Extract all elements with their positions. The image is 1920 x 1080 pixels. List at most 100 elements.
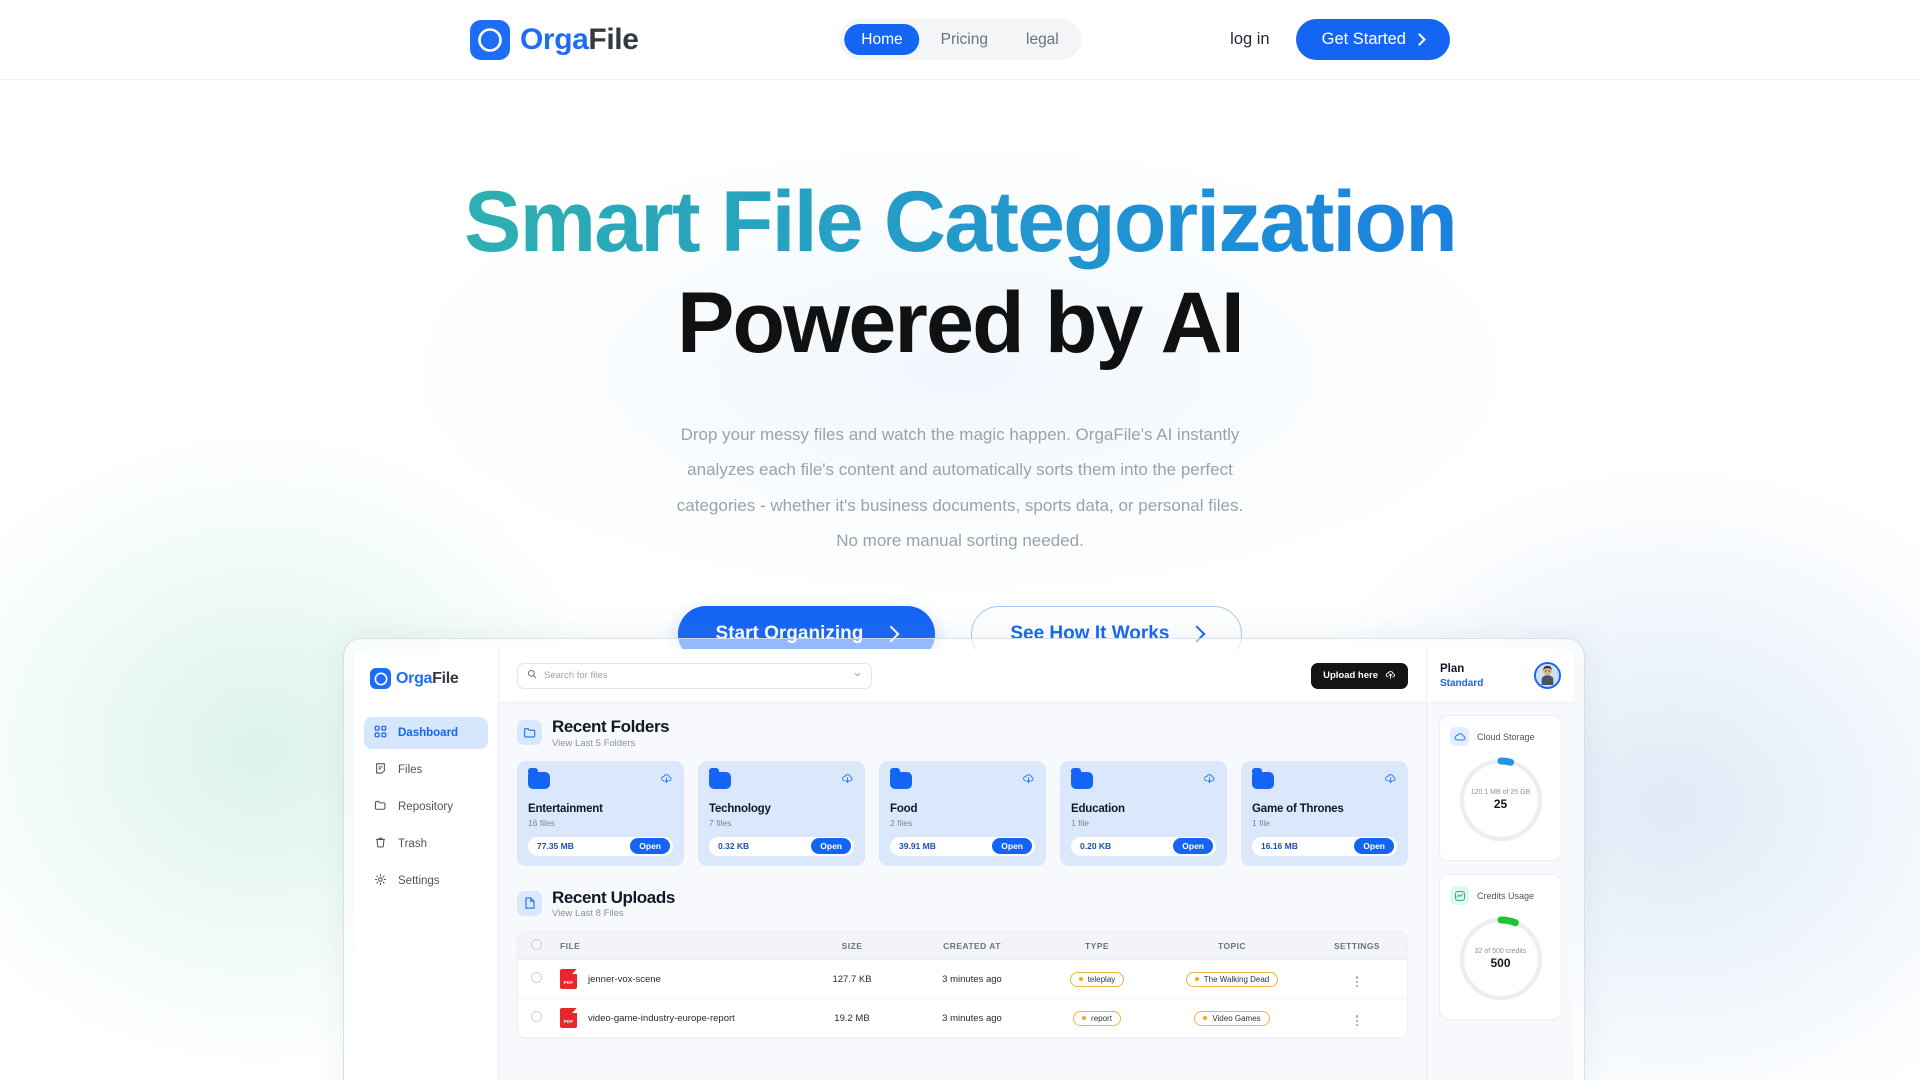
row-select-cell[interactable]	[518, 998, 554, 1039]
cloud-download-icon[interactable]	[1384, 772, 1397, 788]
login-link[interactable]: log in	[1230, 30, 1269, 49]
hero-title-line2: Powered by AI	[676, 274, 1245, 371]
primary-nav: Home Pricing legal	[839, 18, 1081, 61]
folder-size: 39.91 MB	[899, 841, 936, 852]
more-options-icon[interactable]	[1355, 976, 1359, 988]
folder-card[interactable]: Education 1 file 0.20 KB Open	[1060, 760, 1227, 866]
dashboard-brand-wordmark: OrgaFile	[396, 670, 459, 688]
document-icon	[517, 890, 542, 916]
chevron-down-icon[interactable]	[853, 670, 862, 682]
sidebar-item-label: Trash	[398, 838, 427, 850]
sidebar-item-trash[interactable]: Trash	[364, 828, 488, 860]
row-select-cell[interactable]	[518, 959, 554, 1000]
row-settings-cell[interactable]	[1307, 998, 1407, 1039]
dashboard-preview-frame: OrgaFile Dashboard Files Repository Tras…	[343, 638, 1585, 1080]
column-header-created-at[interactable]: CREATED AT	[907, 932, 1037, 961]
folder-open-button[interactable]: Open	[1354, 838, 1394, 855]
folder-card[interactable]: Game of Thrones 1 file 16.16 MB Open	[1241, 760, 1408, 866]
chevron-right-icon	[1413, 33, 1426, 46]
cloud-storage-sub: 120.1 MB of 25 GB	[1470, 789, 1531, 796]
folder-open-button[interactable]: Open	[992, 838, 1032, 855]
get-started-label: Get Started	[1321, 30, 1406, 49]
nav-item-legal[interactable]: legal	[1009, 24, 1076, 56]
sidebar-item-files[interactable]: Files	[364, 754, 488, 786]
cloud-download-icon[interactable]	[660, 772, 673, 788]
dashboard-main: Search for files Upload here Recent Fold…	[499, 649, 1426, 1080]
plan-label: Plan	[1440, 663, 1465, 676]
folder-icon	[1071, 767, 1093, 789]
row-checkbox[interactable]	[530, 1011, 542, 1023]
activity-icon	[1450, 886, 1469, 905]
plan-summary: Plan Standard	[1427, 649, 1574, 703]
sidebar-item-label: Repository	[398, 801, 453, 813]
more-options-icon[interactable]	[1355, 1015, 1359, 1027]
recent-folders-subtitle: View Last 5 Folders	[552, 737, 636, 749]
column-header-settings[interactable]: SETTINGS	[1307, 932, 1407, 961]
avatar[interactable]	[1534, 662, 1561, 689]
cloud-storage-title: Cloud Storage	[1477, 731, 1535, 742]
recent-uploads-header: Recent Uploads View Last 8 Files	[517, 888, 1408, 919]
dashboard-brand-logo[interactable]: OrgaFile	[364, 663, 488, 689]
table-row[interactable]: PDF video-game-industry-europe-report 19…	[518, 998, 1407, 1039]
sidebar-item-settings[interactable]: Settings	[364, 865, 488, 897]
row-checkbox[interactable]	[530, 972, 542, 984]
landing-page: OrgaFile Home Pricing legal log in Get S…	[0, 0, 1920, 1080]
dashboard-content: Recent Folders View Last 5 Folders Enter…	[499, 703, 1426, 1080]
folder-name: Game of Thrones	[1252, 802, 1344, 815]
dashboard-preview: OrgaFile Dashboard Files Repository Tras…	[354, 649, 1574, 1080]
select-all-checkbox[interactable]	[530, 939, 542, 951]
nav-item-home[interactable]: Home	[844, 23, 920, 56]
hero-section: Smart File Categorization Powered by AI …	[0, 80, 1920, 662]
file-name: jenner-vox-scene	[588, 973, 661, 985]
table-header-row: FILE SIZE CREATED AT TYPE TOPIC SETTINGS	[518, 932, 1407, 961]
type-badge-label: teleplay	[1087, 974, 1116, 984]
upload-here-button[interactable]: Upload here	[1311, 662, 1408, 689]
file-size: 127.7 KB	[797, 959, 907, 1000]
folder-size: 0.20 KB	[1080, 841, 1112, 852]
column-header-file[interactable]: FILE	[554, 932, 797, 961]
topic-badge: The Walking Dead	[1185, 971, 1279, 987]
cloud-download-icon[interactable]	[1203, 772, 1216, 788]
folder-file-count: 16 files	[528, 817, 555, 828]
badge-dot-icon	[1203, 1016, 1208, 1021]
folder-icon	[890, 767, 912, 789]
column-header-type[interactable]: TYPE	[1037, 932, 1157, 961]
recent-uploads-table: FILE SIZE CREATED AT TYPE TOPIC SETTINGS	[517, 931, 1408, 1040]
nav-item-pricing[interactable]: Pricing	[924, 24, 1005, 56]
file-created-at: 3 minutes ago	[907, 998, 1037, 1039]
folder-icon	[517, 720, 542, 746]
cloud-upload-icon	[1385, 669, 1396, 683]
folder-open-button[interactable]: Open	[630, 838, 670, 855]
dashboard-toolbar: Search for files Upload here	[499, 649, 1426, 703]
file-size: 19.2 MB	[797, 998, 907, 1039]
folder-size: 77.35 MB	[537, 841, 574, 852]
sidebar-item-dashboard[interactable]: Dashboard	[364, 717, 488, 749]
folder-card[interactable]: Food 2 files 39.91 MB Open	[879, 760, 1046, 866]
search-input[interactable]: Search for files	[517, 662, 872, 689]
search-icon	[527, 669, 537, 682]
folder-file-count: 1 file	[1252, 817, 1270, 828]
folder-card[interactable]: Technology 7 files 0.32 KB Open	[698, 760, 865, 866]
brand-logo[interactable]: OrgaFile	[470, 19, 639, 60]
folder-card[interactable]: Entertainment 16 files 77.35 MB Open	[517, 760, 684, 866]
table-row[interactable]: PDF jenner-vox-scene 127.7 KB 3 minutes …	[518, 959, 1407, 1000]
folder-open-button[interactable]: Open	[811, 838, 851, 855]
cloud-download-icon[interactable]	[1022, 772, 1035, 788]
get-started-button[interactable]: Get Started	[1295, 19, 1450, 60]
folder-size: 0.32 KB	[718, 841, 750, 852]
dashboard-right-rail: Plan Standard Cloud Storage 120.1 MB of …	[1426, 649, 1574, 1080]
row-settings-cell[interactable]	[1307, 959, 1407, 1000]
folder-name: Education	[1071, 802, 1125, 815]
select-all-header[interactable]	[518, 932, 554, 961]
trash-icon	[374, 836, 387, 852]
cloud-download-icon[interactable]	[841, 772, 854, 788]
file-name-cell: PDF jenner-vox-scene	[554, 959, 797, 1000]
column-header-topic[interactable]: TOPIC	[1157, 932, 1307, 961]
file-created-at: 3 minutes ago	[907, 959, 1037, 1000]
pdf-file-icon: PDF	[560, 1008, 577, 1029]
recent-folders-grid: Entertainment 16 files 77.35 MB Open Tec…	[517, 760, 1408, 866]
sidebar-item-repository[interactable]: Repository	[364, 791, 488, 823]
topic-badge-label: The Walking Dead	[1203, 974, 1270, 984]
folder-open-button[interactable]: Open	[1173, 838, 1213, 855]
column-header-size[interactable]: SIZE	[797, 932, 907, 961]
